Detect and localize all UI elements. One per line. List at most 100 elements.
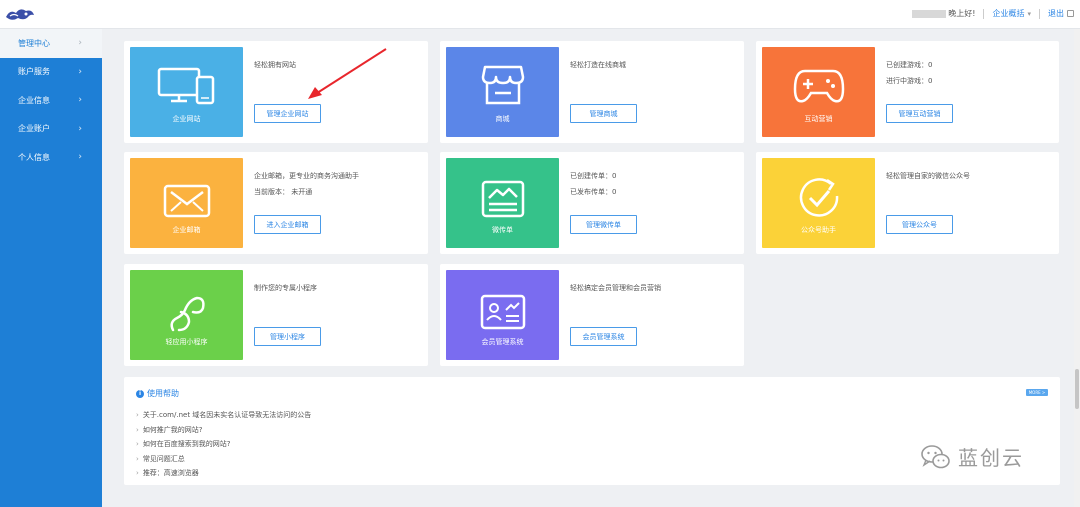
- annotation-arrow-icon: [308, 48, 387, 99]
- brand-logo[interactable]: [4, 5, 36, 25]
- storefront-icon: [481, 65, 524, 105]
- sidebar-item-label: 企业账户: [18, 124, 50, 134]
- card-info: 轻松管理自家的微信公众号: [886, 168, 970, 184]
- help-link[interactable]: 推荐：高速浏览器: [136, 466, 311, 481]
- card-game: 互动营销 已创建游戏：0 进行中游戏：0 管理互动营销: [756, 41, 1059, 143]
- card-info: 制作您的专属小程序: [254, 280, 317, 296]
- info-line: 制作您的专属小程序: [254, 284, 317, 292]
- card-info: 轻松打造在线商城: [570, 57, 626, 73]
- tile-label: 商城: [495, 115, 510, 123]
- help-link[interactable]: 常见问题汇总: [136, 452, 311, 467]
- member-system-button[interactable]: 会员管理系统: [570, 327, 637, 346]
- chevron-right-icon: ›: [78, 95, 82, 106]
- manage-game-button[interactable]: 管理互动营销: [886, 104, 953, 123]
- chevron-down-icon[interactable]: ▾: [1027, 10, 1031, 18]
- gamepad-icon: [793, 69, 844, 103]
- help-title: i 使用帮助: [136, 388, 179, 399]
- sidebar-item-company-info[interactable]: 企业信息 ›: [0, 86, 102, 115]
- info-icon: i: [136, 389, 144, 398]
- tile-miniapp[interactable]: 轻应用小程序: [130, 270, 243, 360]
- card-member: 会员管理系统 轻松搞定会员管理和会员营销 会员管理系统: [440, 264, 744, 366]
- sidebar-item-label: 账户服务: [18, 67, 50, 77]
- chevron-right-icon: ›: [78, 152, 82, 163]
- flyer-icon: [481, 180, 524, 218]
- card-info: 企业邮箱，更专业的商务沟通助手 当前版本： 未开通: [254, 168, 359, 200]
- tile-label: 会员管理系统: [481, 338, 524, 346]
- wechat-icon: [921, 444, 950, 468]
- info-line: 已创建游戏：0: [886, 61, 933, 69]
- card-info: 已创建传单：0 已发布传单：0: [570, 168, 616, 200]
- logout-link[interactable]: 退出: [1048, 8, 1064, 19]
- chevron-right-icon: ›: [78, 38, 82, 49]
- info-line: 已创建传单：0: [570, 172, 617, 180]
- devices-icon: [157, 67, 214, 105]
- sidebar: 管理中心 › 账户服务 › 企业信息 › 企业账户 › 个人信息 ›: [0, 29, 102, 507]
- card-miniapp: 轻应用小程序 制作您的专属小程序 管理小程序: [124, 264, 428, 366]
- sidebar-item-label: 管理中心: [18, 38, 50, 48]
- tile-label: 互动营销: [804, 115, 833, 123]
- check-circle-icon: [799, 178, 838, 217]
- divider: [983, 8, 985, 19]
- greeting-text: 晚上好!: [948, 9, 976, 18]
- help-link[interactable]: 如何在百度搜索到我的网站?: [136, 437, 311, 452]
- username-redacted: [912, 9, 947, 18]
- tile-mail[interactable]: 企业邮箱: [130, 158, 243, 248]
- scrollbar[interactable]: [1074, 29, 1080, 507]
- user-area: 晚上好! 企业概括 ▾ 退出: [912, 8, 1074, 19]
- sidebar-item-account-services[interactable]: 账户服务 ›: [0, 58, 102, 87]
- info-line: 当前版本： 未开通: [254, 188, 313, 196]
- tile-label: 企业网站: [172, 115, 201, 123]
- card-flyer: 微传单 已创建传单：0 已发布传单：0 管理微传单: [440, 152, 744, 254]
- divider: [1039, 8, 1040, 19]
- info-line: 轻松管理自家的微信公众号: [886, 172, 970, 180]
- chevron-right-icon: ›: [78, 66, 82, 77]
- info-line: 轻松拥有网站: [254, 61, 296, 69]
- chevron-right-icon: ›: [78, 123, 82, 134]
- info-line: 已发布传单：0: [570, 188, 617, 196]
- miniprogram-icon: [169, 296, 205, 332]
- tile-label: 公众号助手: [801, 226, 836, 234]
- manage-website-button[interactable]: 管理企业网站: [254, 104, 321, 123]
- tile-mall[interactable]: 商城: [446, 47, 559, 137]
- sidebar-item-management-center[interactable]: 管理中心 ›: [0, 29, 102, 58]
- watermark-text: 蓝创云: [958, 446, 1024, 470]
- card-mail: 企业邮箱 企业邮箱，更专业的商务沟通助手 当前版本： 未开通 进入企业邮箱: [124, 152, 428, 254]
- manage-mall-button[interactable]: 管理商城: [570, 104, 637, 123]
- card-info: 轻松拥有网站: [254, 57, 296, 73]
- tile-label: 微传单: [492, 226, 513, 234]
- sidebar-item-personal-info[interactable]: 个人信息 ›: [0, 143, 102, 172]
- card-info: 已创建游戏：0 进行中游戏：0: [886, 57, 932, 89]
- info-line: 轻松打造在线商城: [570, 61, 626, 69]
- sidebar-item-label: 个人信息: [18, 152, 50, 162]
- more-button[interactable]: MORE >: [1026, 389, 1048, 396]
- sidebar-item-label: 企业信息: [18, 95, 50, 105]
- help-link[interactable]: 关于.com/.net 域名因未实名认证导致无法访问的公告: [136, 408, 311, 423]
- tile-label: 轻应用小程序: [165, 338, 208, 346]
- tile-website[interactable]: 企业网站: [130, 47, 243, 137]
- help-title-text: 使用帮助: [147, 389, 179, 398]
- scrollbar-thumb[interactable]: [1075, 369, 1079, 409]
- info-line: 企业邮箱，更专业的商务沟通助手: [254, 172, 359, 180]
- mail-icon: [163, 184, 210, 218]
- tile-flyer[interactable]: 微传单: [446, 158, 559, 248]
- tile-member[interactable]: 会员管理系统: [446, 270, 559, 360]
- tile-label: 企业邮箱: [172, 226, 201, 234]
- card-wechat: 公众号助手 轻松管理自家的微信公众号 管理公众号: [756, 152, 1059, 254]
- member-card-icon: [480, 294, 525, 330]
- manage-flyer-button[interactable]: 管理微传单: [570, 215, 637, 234]
- sidebar-item-company-account[interactable]: 企业账户 ›: [0, 115, 102, 144]
- card-info: 轻松搞定会员管理和会员营销: [570, 280, 661, 296]
- watermark: 蓝创云: [920, 442, 1024, 471]
- logout-icon[interactable]: [1067, 10, 1074, 17]
- info-line: 轻松搞定会员管理和会员营销: [570, 284, 661, 292]
- tile-wechat[interactable]: 公众号助手: [762, 158, 875, 248]
- company-menu[interactable]: 企业概括: [992, 8, 1024, 19]
- tile-game[interactable]: 互动营销: [762, 47, 875, 137]
- card-mall: 商城 轻松打造在线商城 管理商城: [440, 41, 744, 143]
- help-link[interactable]: 如何推广我的网站?: [136, 423, 311, 438]
- enter-mail-button[interactable]: 进入企业邮箱: [254, 215, 321, 234]
- top-bar: 晚上好! 企业概括 ▾ 退出: [0, 0, 1080, 29]
- manage-wechat-button[interactable]: 管理公众号: [886, 215, 953, 234]
- manage-miniapp-button[interactable]: 管理小程序: [254, 327, 321, 346]
- info-line: 进行中游戏：0: [886, 77, 933, 85]
